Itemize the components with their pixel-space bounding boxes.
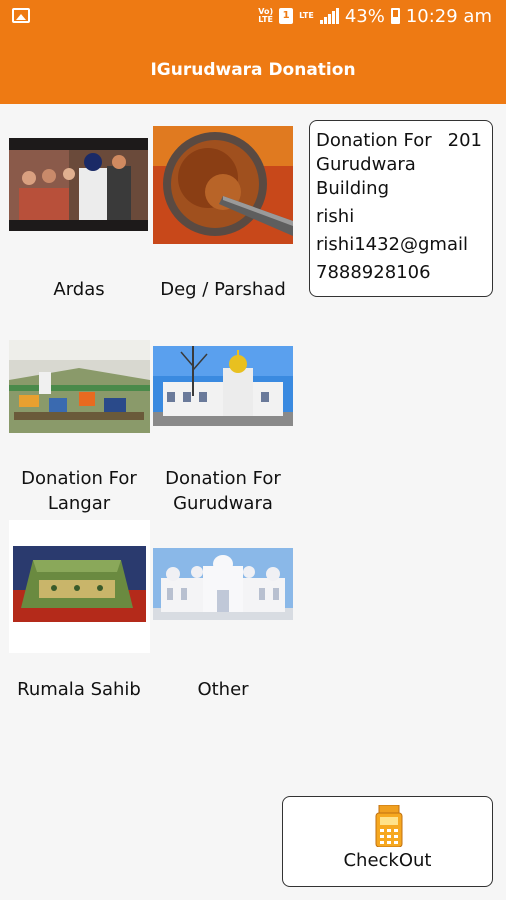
clock: 10:29 am [405, 5, 492, 27]
status-bar: Vo) LTE 1 LTE 43% 10:29 am [0, 0, 506, 32]
tile-label: Other [197, 679, 249, 700]
donor-phone: 7888928106 [316, 262, 431, 283]
signal-icon [319, 8, 339, 24]
card-terminal-icon [375, 804, 403, 851]
app-title: IGurudwara Donation [150, 60, 356, 80]
donation-type-line3: Building [316, 178, 390, 199]
tile-label: Ardas [53, 279, 105, 300]
lte-indicator: LTE [299, 11, 314, 20]
deg-parshad-image [153, 126, 293, 244]
rumala-sahib-image [9, 520, 150, 653]
app-bar: IGurudwara Donation [0, 32, 506, 104]
donation-amount: 201 [447, 130, 482, 151]
tile-label: Rumala Sahib [17, 679, 141, 700]
volte-indicator: Vo) LTE [258, 7, 274, 24]
checkout-button[interactable]: CheckOut [282, 796, 493, 887]
other-image [153, 548, 293, 620]
image-notification-icon [12, 8, 30, 23]
langar-image [9, 340, 150, 433]
donor-name: rishi [316, 206, 355, 227]
cart-summary-card: 201 Donation For Gurudwara Building rish… [309, 120, 493, 297]
donor-email: rishi1432@gmail [316, 234, 468, 255]
battery-percent: 43% [344, 5, 385, 27]
tile-label: Deg / Parshad [160, 279, 286, 300]
gurudwara-image [153, 346, 293, 426]
tile-label: Donation For Gurudwara [165, 468, 281, 514]
checkout-label: CheckOut [343, 850, 432, 871]
tile-label: Donation For Langar [21, 468, 137, 514]
notification-badge-icon: 1 [279, 8, 294, 24]
ardas-image [9, 138, 148, 231]
battery-icon [390, 8, 400, 24]
